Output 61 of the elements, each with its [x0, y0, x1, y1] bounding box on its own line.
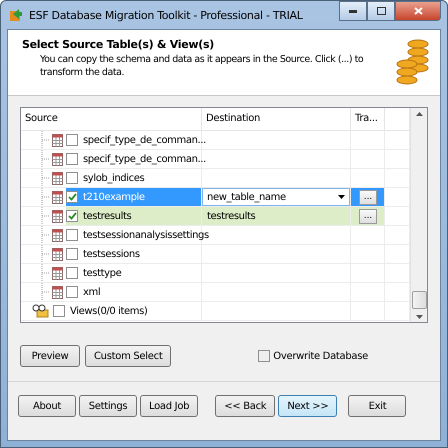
- overwrite-checkbox[interactable]: Overwrite Database: [258, 350, 368, 362]
- checkbox[interactable]: [53, 305, 65, 317]
- column-header[interactable]: Destination: [202, 108, 351, 130]
- scroll-thumb[interactable]: [412, 291, 426, 309]
- table-icon: [52, 266, 63, 280]
- destination-name: testresults: [206, 210, 256, 222]
- close-button[interactable]: [395, 1, 441, 21]
- column-header[interactable]: Tra...: [351, 108, 385, 130]
- maximize-button[interactable]: [367, 1, 395, 21]
- table-icon: [52, 248, 63, 260]
- scrollbar[interactable]: [410, 108, 427, 322]
- maximize-icon: [376, 7, 386, 15]
- checkbox[interactable]: [66, 267, 78, 279]
- table-icon: [52, 190, 63, 204]
- footer-button[interactable]: Settings: [79, 395, 137, 417]
- table-icon: [52, 134, 63, 146]
- database-coins-icon: [396, 38, 430, 86]
- page-title: Select Source Table(s) & View(s): [22, 38, 215, 51]
- column-header[interactable]: Source: [21, 108, 202, 130]
- destination-field[interactable]: new_table_name: [202, 188, 350, 206]
- checkbox[interactable]: [66, 172, 78, 184]
- transform-button[interactable]: ...: [359, 190, 377, 204]
- checkbox[interactable]: [66, 191, 78, 203]
- footer-button[interactable]: About: [18, 395, 76, 417]
- checkbox[interactable]: [66, 153, 78, 165]
- table-icon: [52, 228, 63, 242]
- table-name[interactable]: Views(0/0 items): [68, 304, 150, 318]
- table-name[interactable]: xml: [81, 284, 102, 300]
- close-icon: [414, 7, 422, 15]
- checkbox[interactable]: [66, 286, 78, 298]
- scroll-down-icon[interactable]: [416, 315, 422, 319]
- checkbox[interactable]: [66, 229, 78, 241]
- table-icon: [52, 286, 63, 298]
- page-description: You can copy the schema and data as it appears in the Source. Click (...) to transform the data.: [39, 53, 364, 79]
- checkbox[interactable]: [66, 248, 78, 260]
- minimize-button[interactable]: [339, 1, 367, 21]
- footer-button[interactable]: Exit: [348, 395, 406, 417]
- preview-button[interactable]: Preview: [20, 345, 80, 367]
- app-icon: [9, 8, 23, 22]
- transform-button[interactable]: ...: [359, 208, 377, 224]
- checkbox[interactable]: [66, 210, 78, 222]
- table-icon: [52, 152, 63, 166]
- scroll-up-icon[interactable]: [416, 112, 422, 116]
- table-icon: [52, 210, 63, 222]
- overwrite-label: Overwrite Database: [273, 350, 368, 362]
- checkbox[interactable]: [66, 134, 78, 146]
- dropdown-arrow-icon[interactable]: [338, 195, 345, 199]
- table-icon: [52, 172, 63, 184]
- footer-button[interactable]: Next >>: [278, 395, 338, 417]
- window-title: ESF Database Migration Toolkit - Professional - TRIAL: [29, 8, 303, 22]
- table-name[interactable]: specif_type_de_comman...: [81, 132, 208, 148]
- table-name[interactable]: sylob_indices: [81, 170, 146, 186]
- footer-button[interactable]: Load Job: [140, 395, 198, 417]
- glasses-folder-icon: [32, 304, 50, 318]
- table-name[interactable]: testsessionanalysissettings: [81, 228, 211, 242]
- table-name[interactable]: testsessions: [81, 246, 142, 262]
- footer-button[interactable]: << Back: [215, 395, 276, 417]
- table-name[interactable]: specif_type_de_comman...: [81, 152, 208, 166]
- table-name[interactable]: testtype: [81, 266, 124, 280]
- minimize-icon: [349, 10, 357, 12]
- custom-select-button[interactable]: Custom Select: [85, 345, 172, 367]
